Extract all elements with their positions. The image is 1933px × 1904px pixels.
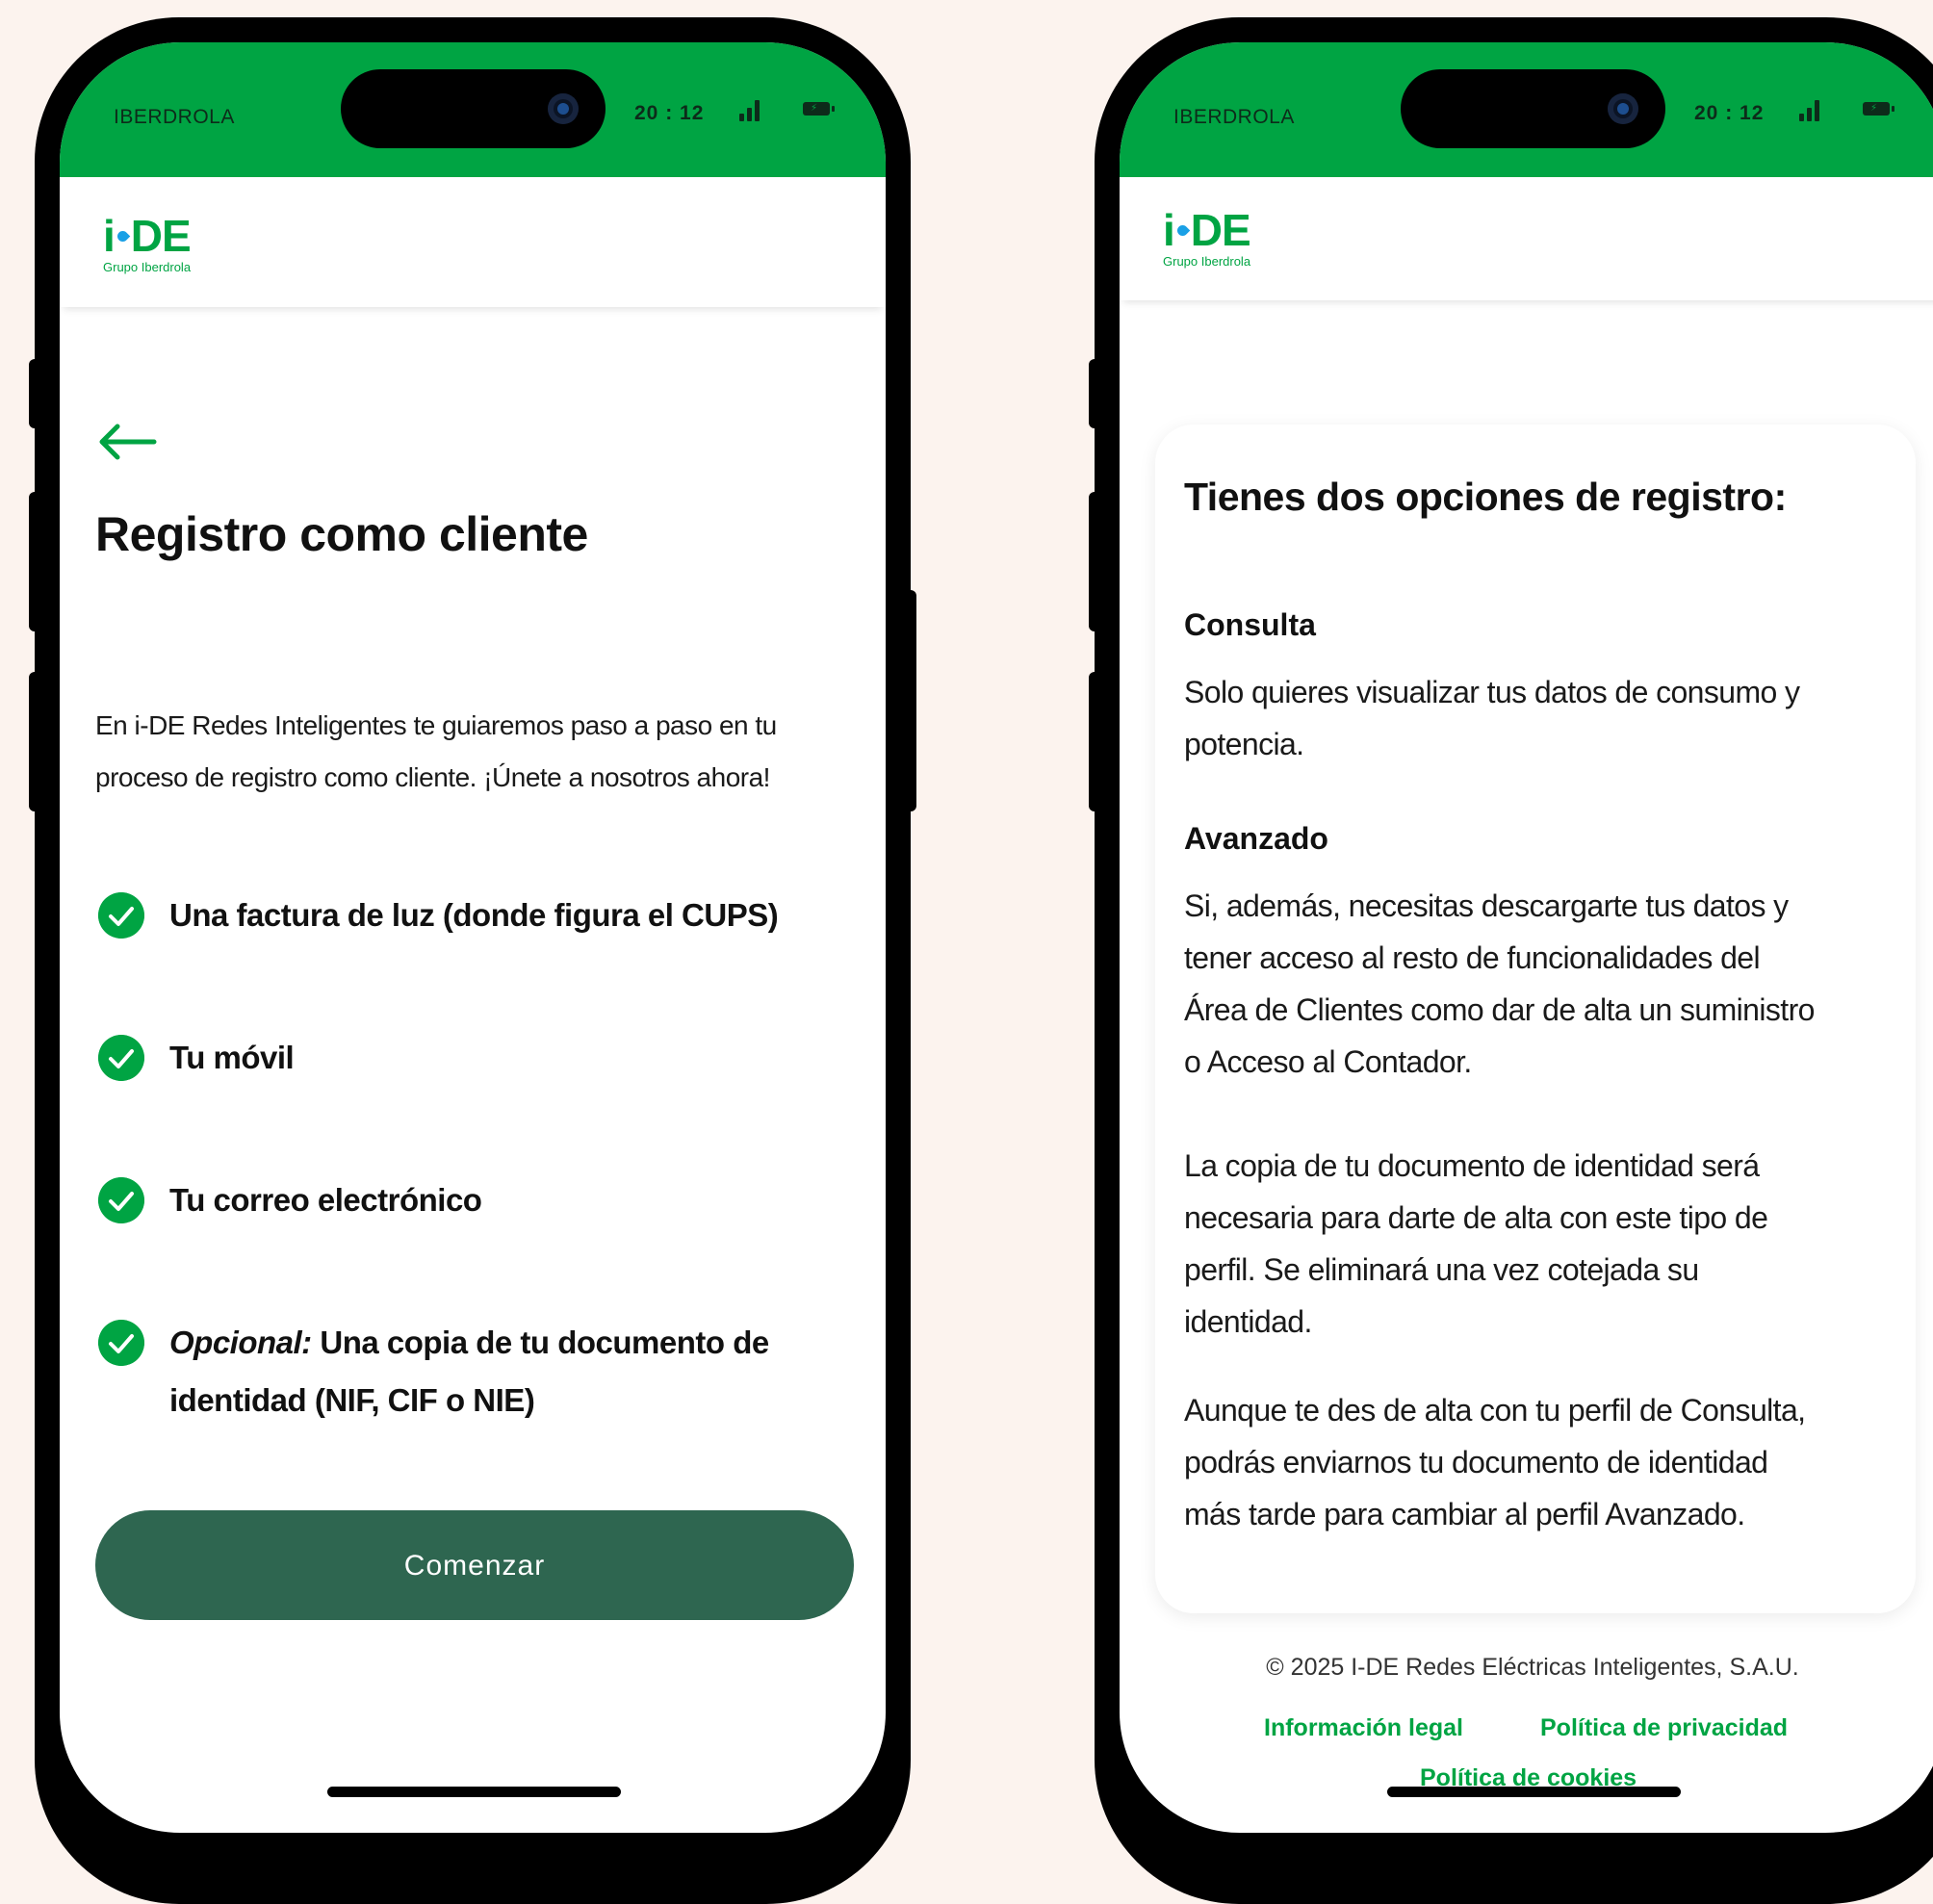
battery-charging-icon: ⚡ <box>1863 102 1894 116</box>
phone-frame-left: IBERDROLA 20 : 12 ⚡ i DE Grupo Iberdrola … <box>29 17 916 1904</box>
intro-line: proceso de registro como cliente. ¡Únete… <box>95 762 770 792</box>
status-bar: IBERDROLA 20 : 12 ⚡ <box>1120 42 1933 177</box>
screen-left: IBERDROLA 20 : 12 ⚡ i DE Grupo Iberdrola … <box>60 42 886 1833</box>
registration-options-card: Tienes dos opciones de registro: Consult… <box>1155 425 1916 1613</box>
legal-info-link[interactable]: Información legal <box>1264 1714 1463 1742</box>
status-bar: IBERDROLA 20 : 12 ⚡ <box>60 42 886 177</box>
volume-up-button <box>1089 492 1104 631</box>
intro-text: En i-DE Redes Inteligentes te guiaremos … <box>95 700 865 804</box>
signal-icon <box>739 96 764 121</box>
privacy-policy-link[interactable]: Política de privacidad <box>1540 1714 1788 1742</box>
later-note: Aunque te des de alta con tu perfil de C… <box>1184 1384 1916 1540</box>
carrier-label: IBERDROLA <box>1173 106 1295 128</box>
logo-letters-de: DE <box>130 211 192 261</box>
logo-letter-i: i <box>1163 205 1175 255</box>
option-heading-avanzado: Avanzado <box>1184 821 1328 856</box>
copyright-text: © 2025 I-DE Redes Eléctricas Inteligente… <box>1266 1654 1799 1681</box>
text-line: necesaria para darte de alta con este ti… <box>1184 1200 1768 1235</box>
check-circle-icon <box>98 1035 144 1081</box>
intro-line: En i-DE Redes Inteligentes te guiaremos … <box>95 710 777 740</box>
text-line: identidad. <box>1184 1304 1312 1339</box>
requirement-item: Una factura de luz (donde figura el CUPS… <box>169 897 779 933</box>
check-circle-icon <box>98 1177 144 1223</box>
logo-dot-icon <box>1174 223 1191 239</box>
requirement-text: Una copia de tu documento de <box>311 1325 769 1360</box>
mute-switch <box>1089 359 1104 428</box>
status-time: 20 : 12 <box>1694 102 1765 124</box>
requirement-text: identidad (NIF, CIF o NIE) <box>169 1382 535 1418</box>
text-line: perfil. Se eliminará una vez cotejada su <box>1184 1252 1699 1287</box>
app-header: i DE Grupo Iberdrola <box>60 177 886 307</box>
home-indicator[interactable] <box>327 1787 621 1797</box>
check-circle-icon <box>98 1320 144 1366</box>
home-indicator[interactable] <box>1387 1787 1681 1797</box>
logo-letter-i: i <box>103 211 116 261</box>
text-line: La copia de tu documento de identidad se… <box>1184 1148 1760 1183</box>
status-time: 20 : 12 <box>634 102 705 124</box>
text-line: o Acceso al Contador. <box>1184 1044 1472 1079</box>
option-heading-consulta: Consulta <box>1184 607 1316 642</box>
text-line: Área de Clientes como dar de alta un sum… <box>1184 992 1815 1027</box>
logo-letters-de: DE <box>1190 205 1251 255</box>
requirement-item: Tu correo electrónico <box>169 1182 482 1218</box>
text-line: podrás enviarnos tu documento de identid… <box>1184 1445 1768 1479</box>
text-line: Si, además, necesitas descargarte tus da… <box>1184 888 1789 923</box>
screen-right: IBERDROLA 20 : 12 ⚡ i DE Grupo Iberdrola … <box>1120 42 1933 1833</box>
text-line: potencia. <box>1184 727 1304 761</box>
text-line: Solo quieres visualizar tus datos de con… <box>1184 675 1800 709</box>
logo-subtitle: Grupo Iberdrola <box>103 260 192 274</box>
text-line: más tarde para cambiar al perfil Avanzad… <box>1184 1497 1745 1531</box>
option-description-consulta: Solo quieres visualizar tus datos de con… <box>1184 666 1916 770</box>
volume-up-button <box>29 492 44 631</box>
identity-note: La copia de tu documento de identidad se… <box>1184 1140 1916 1348</box>
front-camera-icon <box>548 93 579 124</box>
app-header: i DE Grupo Iberdrola <box>1120 177 1933 300</box>
volume-down-button <box>29 672 44 811</box>
carrier-label: IBERDROLA <box>114 106 235 128</box>
ide-logo[interactable]: i DE Grupo Iberdrola <box>1163 205 1251 269</box>
volume-down-button <box>1089 672 1104 811</box>
logo-dot-icon <box>115 229 131 244</box>
requirement-item: Tu móvil <box>169 1040 295 1075</box>
dynamic-island <box>341 69 606 148</box>
arrow-left-icon[interactable] <box>96 423 158 461</box>
check-circle-icon <box>98 892 144 939</box>
front-camera-icon <box>1608 93 1638 124</box>
page-title: Registro como cliente <box>95 507 588 561</box>
power-button <box>901 590 916 811</box>
signal-icon <box>1799 96 1824 121</box>
optional-label: Opcional: <box>169 1325 312 1360</box>
text-line: tener acceso al resto de funcionalidades… <box>1184 940 1761 975</box>
logo-subtitle: Grupo Iberdrola <box>1163 254 1251 269</box>
dynamic-island <box>1401 69 1665 148</box>
start-button[interactable]: Comenzar <box>95 1510 854 1620</box>
phone-frame-right: IBERDROLA 20 : 12 ⚡ i DE Grupo Iberdrola … <box>1089 17 1933 1904</box>
requirement-item-optional: Opcional: Una copia de tu documento de i… <box>169 1314 843 1429</box>
mute-switch <box>29 359 44 428</box>
ide-logo[interactable]: i DE Grupo Iberdrola <box>103 211 192 274</box>
card-title: Tienes dos opciones de registro: <box>1184 475 1787 519</box>
option-description-avanzado: Si, además, necesitas descargarte tus da… <box>1184 880 1916 1088</box>
text-line: Aunque te des de alta con tu perfil de C… <box>1184 1393 1806 1428</box>
battery-charging-icon: ⚡ <box>803 102 835 116</box>
